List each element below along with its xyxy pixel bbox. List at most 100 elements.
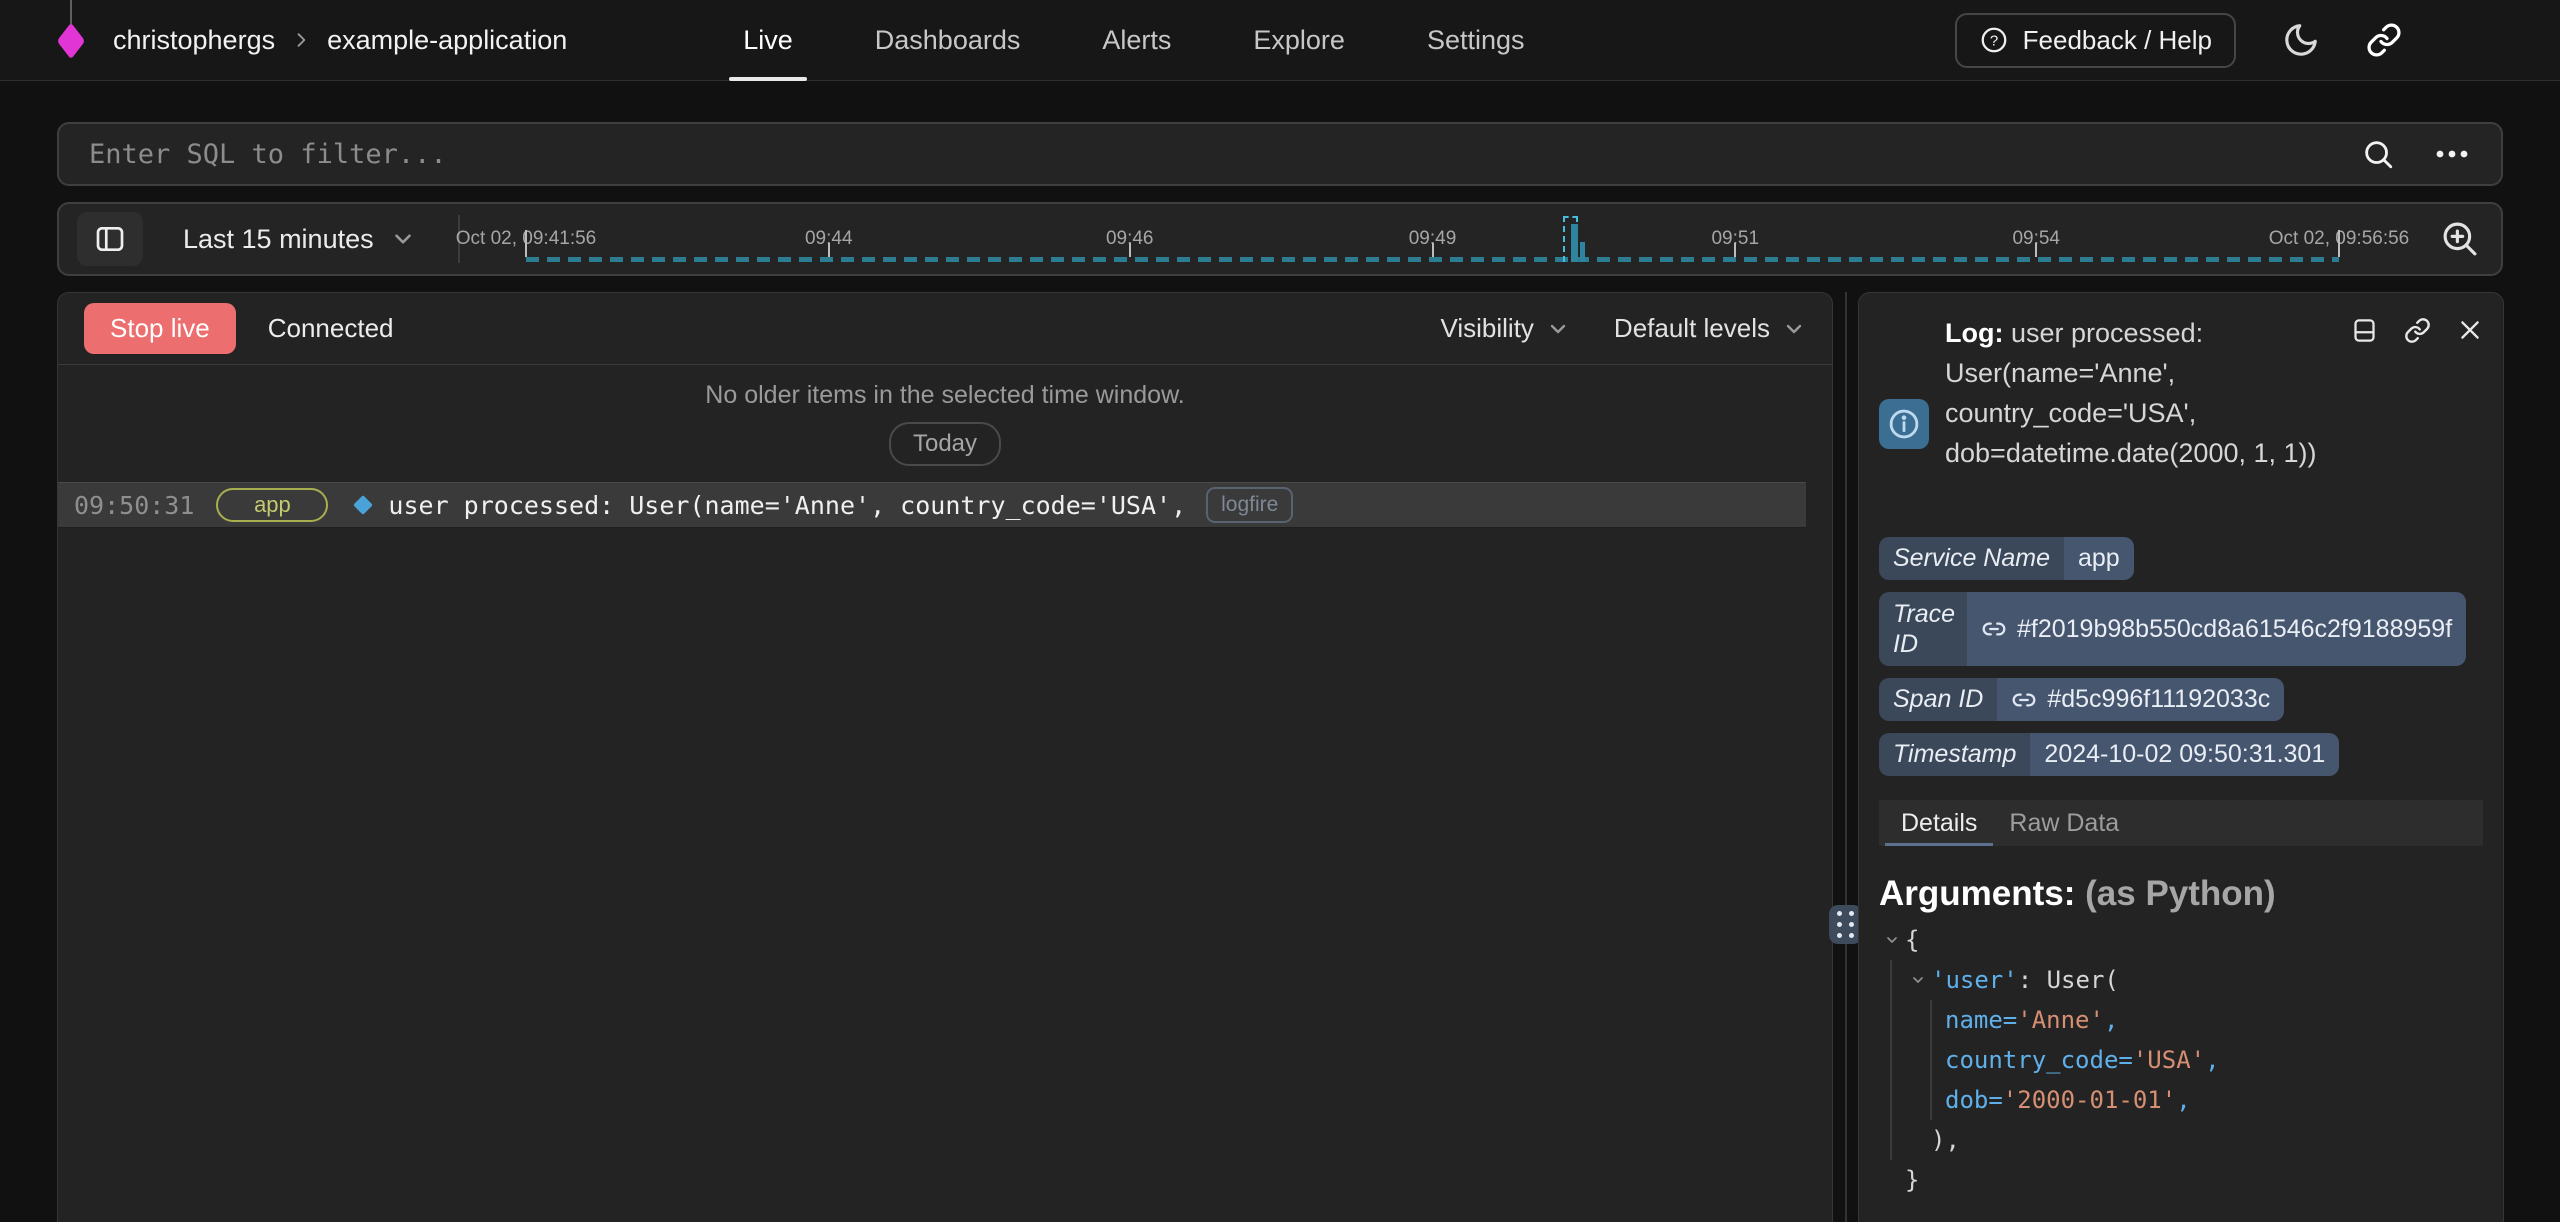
trace-id-badge[interactable]: Trace ID #f2019b98b550cd8a61546c2f918895… xyxy=(1879,592,2466,666)
indent-guide xyxy=(1930,1000,1932,1120)
timeline-tick xyxy=(2338,230,2340,257)
span-id-value: #d5c996f11192033c xyxy=(2047,685,2270,714)
question-circle-icon: ? xyxy=(1979,25,2009,55)
dark-mode-moon-icon[interactable] xyxy=(2282,21,2320,59)
tab-live[interactable]: Live xyxy=(743,0,793,81)
nav-right: ? Feedback / Help xyxy=(1955,8,2512,72)
timeline-tick xyxy=(1734,243,1736,257)
live-feed-panel: Stop live Connected Visibility Default l… xyxy=(57,292,1833,1222)
logo-diamond xyxy=(57,22,85,59)
timestamp-value: 2024-10-02 09:50:31.301 xyxy=(2030,733,2339,776)
detail-tabs: Details Raw Data xyxy=(1879,800,2483,846)
time-range-dropdown[interactable]: Last 15 minutes xyxy=(183,224,416,255)
attribute-badges: Service Name app Trace ID #f2019b98b550c… xyxy=(1879,537,2483,776)
badge-value: app xyxy=(2064,537,2134,580)
badge-label: Service Name xyxy=(1879,537,2064,580)
code-line: ), xyxy=(1879,1120,2483,1160)
time-range-bar: Last 15 minutes Oct 02, 09:41:56 09:44 0… xyxy=(57,202,2503,276)
code-line: } xyxy=(1879,1160,2483,1200)
collapse-caret-icon[interactable] xyxy=(1905,972,1931,988)
code-line: name='Anne', xyxy=(1879,1000,2483,1040)
breadcrumb-project[interactable]: example-application xyxy=(327,25,567,56)
log-timestamp: 09:50:31 xyxy=(74,491,194,520)
close-icon[interactable] xyxy=(2457,317,2483,344)
timeline-tick xyxy=(525,230,527,257)
arguments-heading: Arguments: (as Python) xyxy=(1879,874,2483,914)
today-button[interactable]: Today xyxy=(889,422,1001,466)
visibility-dropdown[interactable]: Visibility xyxy=(1440,313,1569,344)
tab-details[interactable]: Details xyxy=(1885,800,1993,846)
code-line: country_code='USA', xyxy=(1879,1040,2483,1080)
info-level-icon xyxy=(1879,399,1929,449)
code-line: { xyxy=(1879,920,2483,960)
tab-explore[interactable]: Explore xyxy=(1253,0,1345,81)
log-message: user processed: User(name='Anne', countr… xyxy=(388,491,1186,520)
histogram-bar xyxy=(1580,242,1585,262)
feedback-help-label: Feedback / Help xyxy=(2023,25,2212,56)
sql-filter-bar xyxy=(57,122,2503,186)
trace-id-value: #f2019b98b550cd8a61546c2f9188959f xyxy=(2017,615,2452,644)
detail-panel: Log: user processed: User(name='Anne', c… xyxy=(1858,292,2504,1222)
chevron-down-icon xyxy=(1782,317,1806,341)
nav-tabs: Live Dashboards Alerts Explore Settings xyxy=(743,0,1524,81)
timestamp-badge: Timestamp 2024-10-02 09:50:31.301 xyxy=(1879,733,2339,776)
code-line: 'user': User( xyxy=(1879,960,2483,1000)
user-avatar[interactable] xyxy=(2448,8,2512,72)
more-options-icon[interactable] xyxy=(2433,137,2471,171)
search-icon[interactable] xyxy=(2361,137,2395,171)
arguments-code-tree: { 'user': User( name='Anne', country_cod… xyxy=(1879,920,2483,1200)
tab-alerts[interactable]: Alerts xyxy=(1102,0,1171,81)
tab-settings[interactable]: Settings xyxy=(1427,0,1525,81)
time-range-label: Last 15 minutes xyxy=(183,224,374,255)
zoom-in-button[interactable] xyxy=(2433,212,2487,266)
split-panel-icon[interactable] xyxy=(2351,317,2378,344)
default-levels-label: Default levels xyxy=(1614,313,1770,344)
timeline-event-spike[interactable] xyxy=(1563,214,1587,262)
logfire-tag[interactable]: logfire xyxy=(1206,487,1293,523)
tab-raw-data[interactable]: Raw Data xyxy=(1993,800,2135,846)
arguments-format-label: (as Python) xyxy=(2085,874,2276,913)
chevron-right-icon xyxy=(291,30,311,50)
timeline-tick xyxy=(1432,243,1434,257)
timeline-tick xyxy=(2035,243,2037,257)
logfire-app: christophergs example-application Live D… xyxy=(0,0,2560,1222)
top-nav: christophergs example-application Live D… xyxy=(0,0,2560,81)
link-icon xyxy=(1981,616,2007,642)
link-icon xyxy=(2011,687,2037,713)
detail-header: Log: user processed: User(name='Anne', c… xyxy=(1879,313,2483,523)
badge-label: Span ID xyxy=(1879,678,1997,721)
code-line: dob='2000-01-01', xyxy=(1879,1080,2483,1120)
log-row[interactable]: 09:50:31 app user processed: User(name='… xyxy=(58,482,1806,528)
timeline-tick xyxy=(1129,243,1131,257)
badge-label: Trace ID xyxy=(1879,592,1967,666)
service-badge[interactable]: app xyxy=(216,488,328,522)
live-feed-header: Stop live Connected Visibility Default l… xyxy=(58,293,1832,365)
share-link-icon[interactable] xyxy=(2366,22,2402,58)
connection-status: Connected xyxy=(268,313,394,344)
empty-state-message: No older items in the selected time wind… xyxy=(58,381,1832,410)
collapse-caret-icon[interactable] xyxy=(1879,932,1905,948)
stop-live-button[interactable]: Stop live xyxy=(84,303,236,354)
sql-filter-input[interactable] xyxy=(89,139,2341,170)
breadcrumb-org[interactable]: christophergs xyxy=(113,25,275,56)
badge-label: Timestamp xyxy=(1879,733,2030,776)
chevron-down-icon xyxy=(1546,317,1570,341)
copy-link-icon[interactable] xyxy=(2404,317,2431,344)
sidebar-toggle-button[interactable] xyxy=(77,212,143,266)
detail-title: Log: user processed: User(name='Anne', c… xyxy=(1945,313,2345,473)
chevron-down-icon xyxy=(390,226,416,252)
detail-title-prefix: Log: xyxy=(1945,318,2003,348)
tab-dashboards[interactable]: Dashboards xyxy=(875,0,1021,81)
default-levels-dropdown[interactable]: Default levels xyxy=(1614,313,1806,344)
timeline-histogram[interactable]: Oct 02, 09:41:56 09:44 09:46 09:49 09:51… xyxy=(526,204,2339,274)
breadcrumb: christophergs example-application xyxy=(57,0,567,81)
indent-guide xyxy=(1890,960,1892,1160)
svg-text:?: ? xyxy=(1990,32,1998,49)
timeline-tick xyxy=(828,243,830,257)
histogram-bar xyxy=(1571,224,1578,262)
timeline-activity-dashes xyxy=(526,257,2339,262)
span-id-badge[interactable]: Span ID #d5c996f11192033c xyxy=(1879,678,2284,721)
logfire-logo-icon[interactable] xyxy=(57,0,85,81)
panel-divider xyxy=(1845,292,1847,1222)
feedback-help-button[interactable]: ? Feedback / Help xyxy=(1955,13,2236,68)
